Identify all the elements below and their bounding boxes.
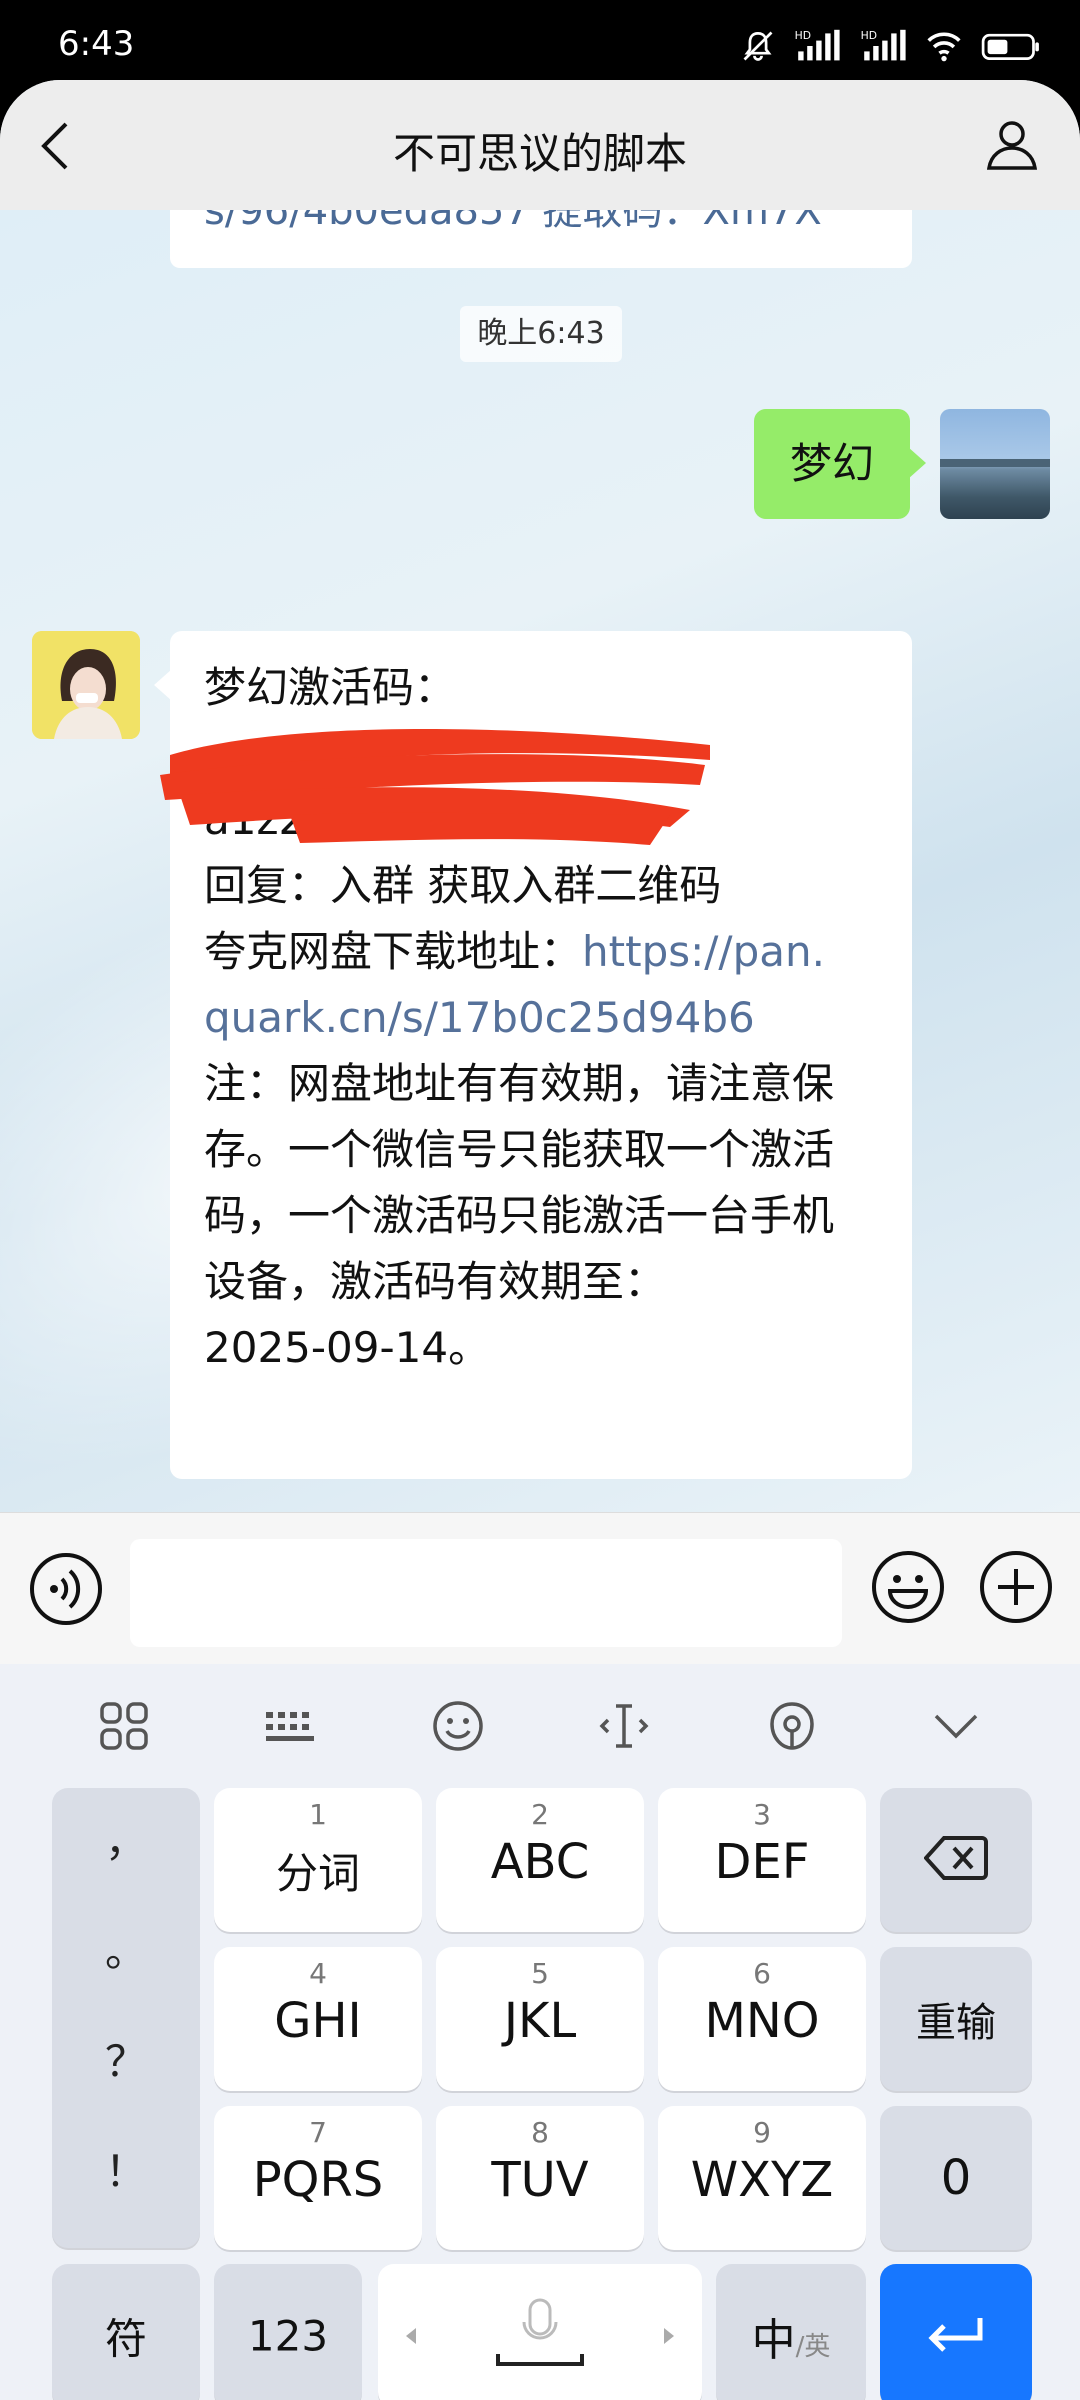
person-icon[interactable]: [984, 116, 1040, 172]
ime-keyboard: ， 。 ？ ！ 1 分词 2 ABC 3 DEF 4 GHI 5 JKL 6 M…: [0, 1664, 1080, 2400]
message-bubble-received[interactable]: s/96/4b0eda857 提取码：Xm7X: [170, 210, 912, 268]
message-timestamp: 晚上6:43: [460, 306, 622, 362]
svg-text:HD: HD: [795, 29, 811, 42]
message-list[interactable]: s/96/4b0eda857 提取码：Xm7X 晚上6:43 梦幻 梦幻激活码：…: [0, 210, 1080, 1512]
message-input-bar: [0, 1512, 1080, 1664]
key-6[interactable]: 6 MNO: [658, 1947, 866, 2091]
enter-icon: [928, 2318, 983, 2352]
avatar[interactable]: [32, 631, 140, 739]
punctuation-list[interactable]: ， 。 ？ ！: [52, 1788, 200, 2248]
status-time: 6:43: [58, 24, 135, 64]
key-3[interactable]: 3 DEF: [658, 1788, 866, 1932]
download-link[interactable]: https://pan.: [582, 927, 825, 976]
avatar[interactable]: [940, 409, 1050, 519]
space-key[interactable]: [378, 2264, 702, 2400]
chat-app: 不可思议的脚本 s/96/4b0eda857 提取码：Xm7X 晚上6:43 梦…: [0, 80, 1080, 2400]
chat-title: 不可思议的脚本: [392, 129, 687, 178]
language-switch-key[interactable]: 中/英: [716, 2264, 866, 2400]
key-8[interactable]: 8 TUV: [436, 2106, 644, 2250]
chat-header: 不可思议的脚本: [0, 80, 1080, 210]
punct-comma[interactable]: ，: [52, 1808, 200, 1869]
key-9[interactable]: 9 WXYZ: [658, 2106, 866, 2250]
key-0[interactable]: 0: [880, 2106, 1032, 2250]
punct-period[interactable]: 。: [52, 1918, 200, 1979]
numbers-key[interactable]: 123: [214, 2264, 362, 2400]
punct-question[interactable]: ？: [52, 2028, 200, 2089]
cursor-icon[interactable]: [596, 1698, 652, 1754]
emoji-icon[interactable]: [430, 1698, 486, 1754]
key-4[interactable]: 4 GHI: [214, 1947, 422, 2091]
backspace-key[interactable]: [880, 1788, 1032, 1932]
message-input[interactable]: [130, 1539, 842, 1647]
key-2[interactable]: 2 ABC: [436, 1788, 644, 1932]
redaction-scribble: [160, 728, 710, 845]
mute-icon: [743, 31, 773, 61]
battery-icon: [981, 33, 1039, 60]
wifi-icon: [927, 32, 961, 62]
key-5[interactable]: 5 JKL: [436, 1947, 644, 2091]
chevron-down-icon[interactable]: [928, 1698, 984, 1754]
key-1[interactable]: 1 分词: [214, 1788, 422, 1932]
keyboard-icon[interactable]: [262, 1698, 318, 1754]
message-bubble-received[interactable]: 梦幻激活码： a1z2 回复：入群 获取入群二维码 夸克网盘下载地址：https…: [154, 631, 912, 1479]
backspace-icon: [924, 1836, 988, 1880]
hd-signal-icon: HD: [795, 29, 840, 61]
microphone-icon: [406, 2298, 674, 2366]
plus-circle-icon[interactable]: [978, 1549, 1054, 1625]
message-bubble-sent[interactable]: 梦幻: [754, 409, 926, 519]
theme-icon[interactable]: [764, 1698, 820, 1754]
punct-exclaim[interactable]: ！: [52, 2138, 200, 2199]
keyboard-toolbar: [0, 1664, 1080, 1788]
retype-key[interactable]: 重输: [880, 1947, 1032, 2091]
download-link[interactable]: quark.cn/s/17b0c25d94b6: [204, 985, 894, 1051]
smiley-icon[interactable]: [870, 1549, 946, 1625]
hd-signal-icon: HD: [861, 29, 906, 61]
voice-icon[interactable]: [28, 1551, 104, 1627]
message-text: s/96/4b0eda857 提取码：Xm7X: [204, 210, 822, 234]
symbols-key[interactable]: 符: [52, 2264, 200, 2400]
grid-icon[interactable]: [96, 1698, 152, 1754]
status-bar: 6:43 HD HD: [0, 0, 1080, 80]
key-7[interactable]: 7 PQRS: [214, 2106, 422, 2250]
enter-key[interactable]: [880, 2264, 1032, 2400]
status-icons: HD HD: [738, 26, 1044, 66]
svg-text:HD: HD: [861, 29, 877, 42]
